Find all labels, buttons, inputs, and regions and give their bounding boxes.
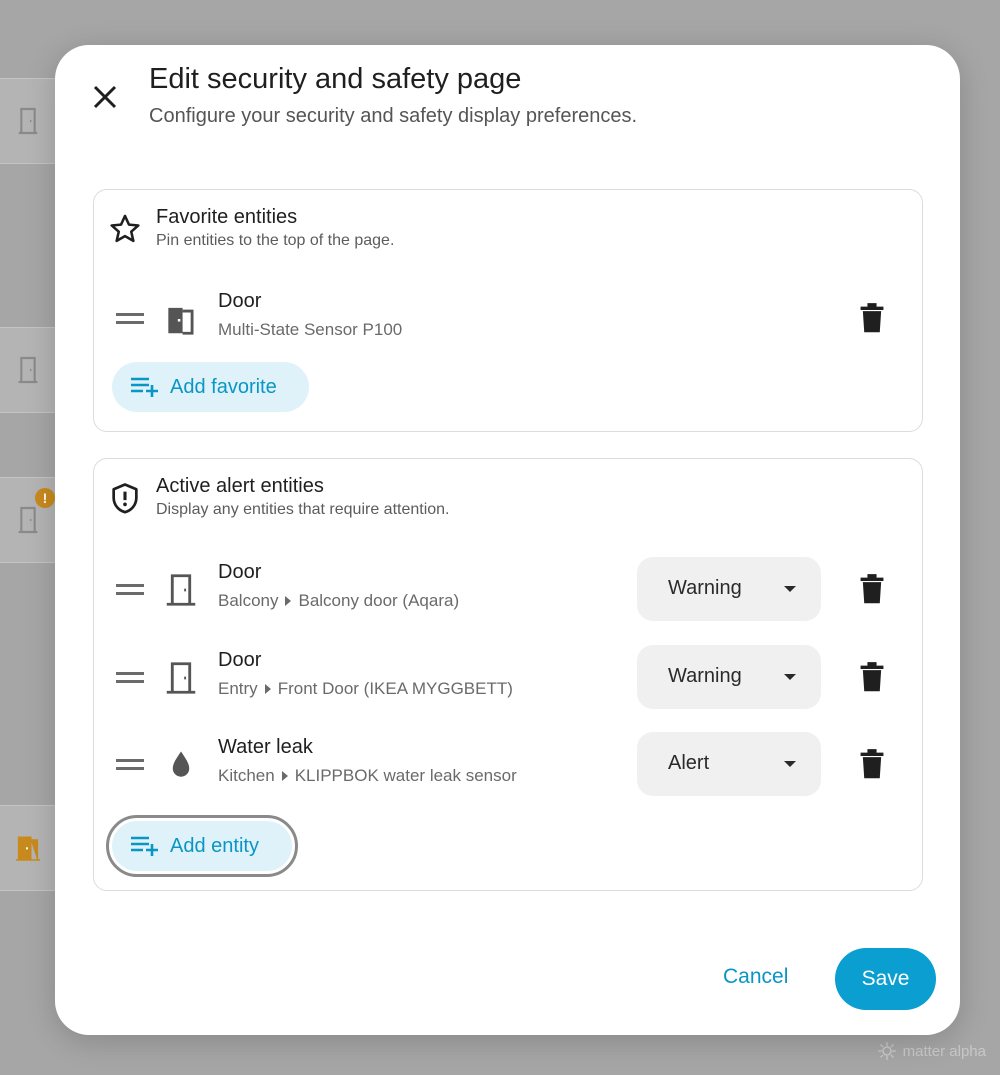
delete-icon[interactable] xyxy=(858,661,886,693)
entity-location: Kitchen KLIPPBOK water leak sensor xyxy=(218,766,517,786)
device-name: Balcony door (Aqara) xyxy=(298,591,460,610)
door-icon xyxy=(166,574,196,606)
breadcrumb-arrow-icon xyxy=(264,684,271,695)
favorites-section: Favorite entities Pin entities to the to… xyxy=(93,189,923,432)
delete-icon[interactable] xyxy=(858,748,886,780)
background-card xyxy=(0,78,55,164)
background-card xyxy=(0,805,55,891)
door-icon xyxy=(18,506,38,534)
delete-icon[interactable] xyxy=(858,573,886,605)
door-icon xyxy=(18,107,38,135)
list-item: Door Multi-State Sensor P100 xyxy=(94,286,922,356)
list-item: Door Entry Front Door (IKEA MYGGBETT) War… xyxy=(94,645,922,715)
star-icon xyxy=(110,214,140,243)
cancel-button[interactable]: Cancel xyxy=(723,965,788,989)
add-favorite-label: Add favorite xyxy=(170,375,277,398)
dropdown-arrow-icon xyxy=(784,674,796,680)
list-item: Water leak Kitchen KLIPPBOK water leak se… xyxy=(94,732,922,802)
alert-level-select[interactable]: Alert xyxy=(637,732,821,796)
dropdown-arrow-icon xyxy=(784,586,796,592)
close-icon[interactable] xyxy=(89,81,121,113)
device-name: KLIPPBOK water leak sensor xyxy=(294,766,517,785)
entity-name: Door xyxy=(218,290,262,312)
area-name: Balcony xyxy=(218,591,279,610)
alert-level-select[interactable]: Warning xyxy=(637,557,821,621)
alert-level-value: Alert xyxy=(668,752,710,774)
area-name: Kitchen xyxy=(218,766,275,785)
alert-level-value: Warning xyxy=(668,577,742,599)
edit-dialog: Edit security and safety page Configure … xyxy=(55,45,960,1035)
warning-badge: ! xyxy=(35,488,55,508)
section-subtitle: Pin entities to the top of the page. xyxy=(156,232,395,249)
door-open-icon xyxy=(16,836,40,861)
add-entity-label: Add entity xyxy=(170,834,259,857)
playlist-add-icon xyxy=(131,377,158,397)
save-button[interactable]: Save xyxy=(835,948,936,1010)
entity-name: Water leak xyxy=(218,736,313,758)
watermark-text: matter alpha xyxy=(902,1042,986,1060)
add-entity-button[interactable]: Add entity xyxy=(106,815,298,877)
background-card xyxy=(0,327,55,413)
drag-handle[interactable] xyxy=(116,671,146,685)
watermark-logo-icon xyxy=(877,1042,896,1060)
dropdown-arrow-icon xyxy=(784,761,796,767)
entity-location: Entry Front Door (IKEA MYGGBETT) xyxy=(218,679,513,699)
dialog-subtitle: Configure your security and safety displ… xyxy=(149,105,638,127)
drag-handle[interactable] xyxy=(116,312,146,326)
list-item: Door Balcony Balcony door (Aqara) Warning xyxy=(94,557,922,627)
drag-handle[interactable] xyxy=(116,758,146,772)
device-name: Front Door (IKEA MYGGBETT) xyxy=(277,679,513,698)
breadcrumb-arrow-icon xyxy=(281,771,288,782)
entity-name: Door xyxy=(218,649,262,671)
playlist-add-icon xyxy=(131,836,158,856)
section-title: Favorite entities xyxy=(156,206,298,228)
alert-level-select[interactable]: Warning xyxy=(637,645,821,709)
door-icon xyxy=(166,662,196,694)
water-drop-icon xyxy=(172,751,190,777)
delete-icon[interactable] xyxy=(858,302,886,334)
alerts-section: Active alert entities Display any entiti… xyxy=(93,458,923,891)
door-icon xyxy=(18,356,38,384)
add-favorite-button[interactable]: Add favorite xyxy=(112,362,309,412)
entity-device: Multi-State Sensor P100 xyxy=(218,320,403,339)
drag-handle[interactable] xyxy=(116,583,146,597)
door-icon xyxy=(168,307,194,335)
watermark: matter alpha xyxy=(877,1041,986,1061)
entity-name: Door xyxy=(218,561,262,583)
section-subtitle: Display any entities that require attent… xyxy=(156,501,450,518)
breadcrumb-arrow-icon xyxy=(285,596,292,607)
alert-level-value: Warning xyxy=(668,665,742,687)
section-title: Active alert entities xyxy=(156,475,324,497)
entity-location: Balcony Balcony door (Aqara) xyxy=(218,591,459,611)
area-name: Entry xyxy=(218,679,258,698)
shield-alert-icon xyxy=(112,483,138,514)
dialog-title: Edit security and safety page xyxy=(149,63,522,95)
